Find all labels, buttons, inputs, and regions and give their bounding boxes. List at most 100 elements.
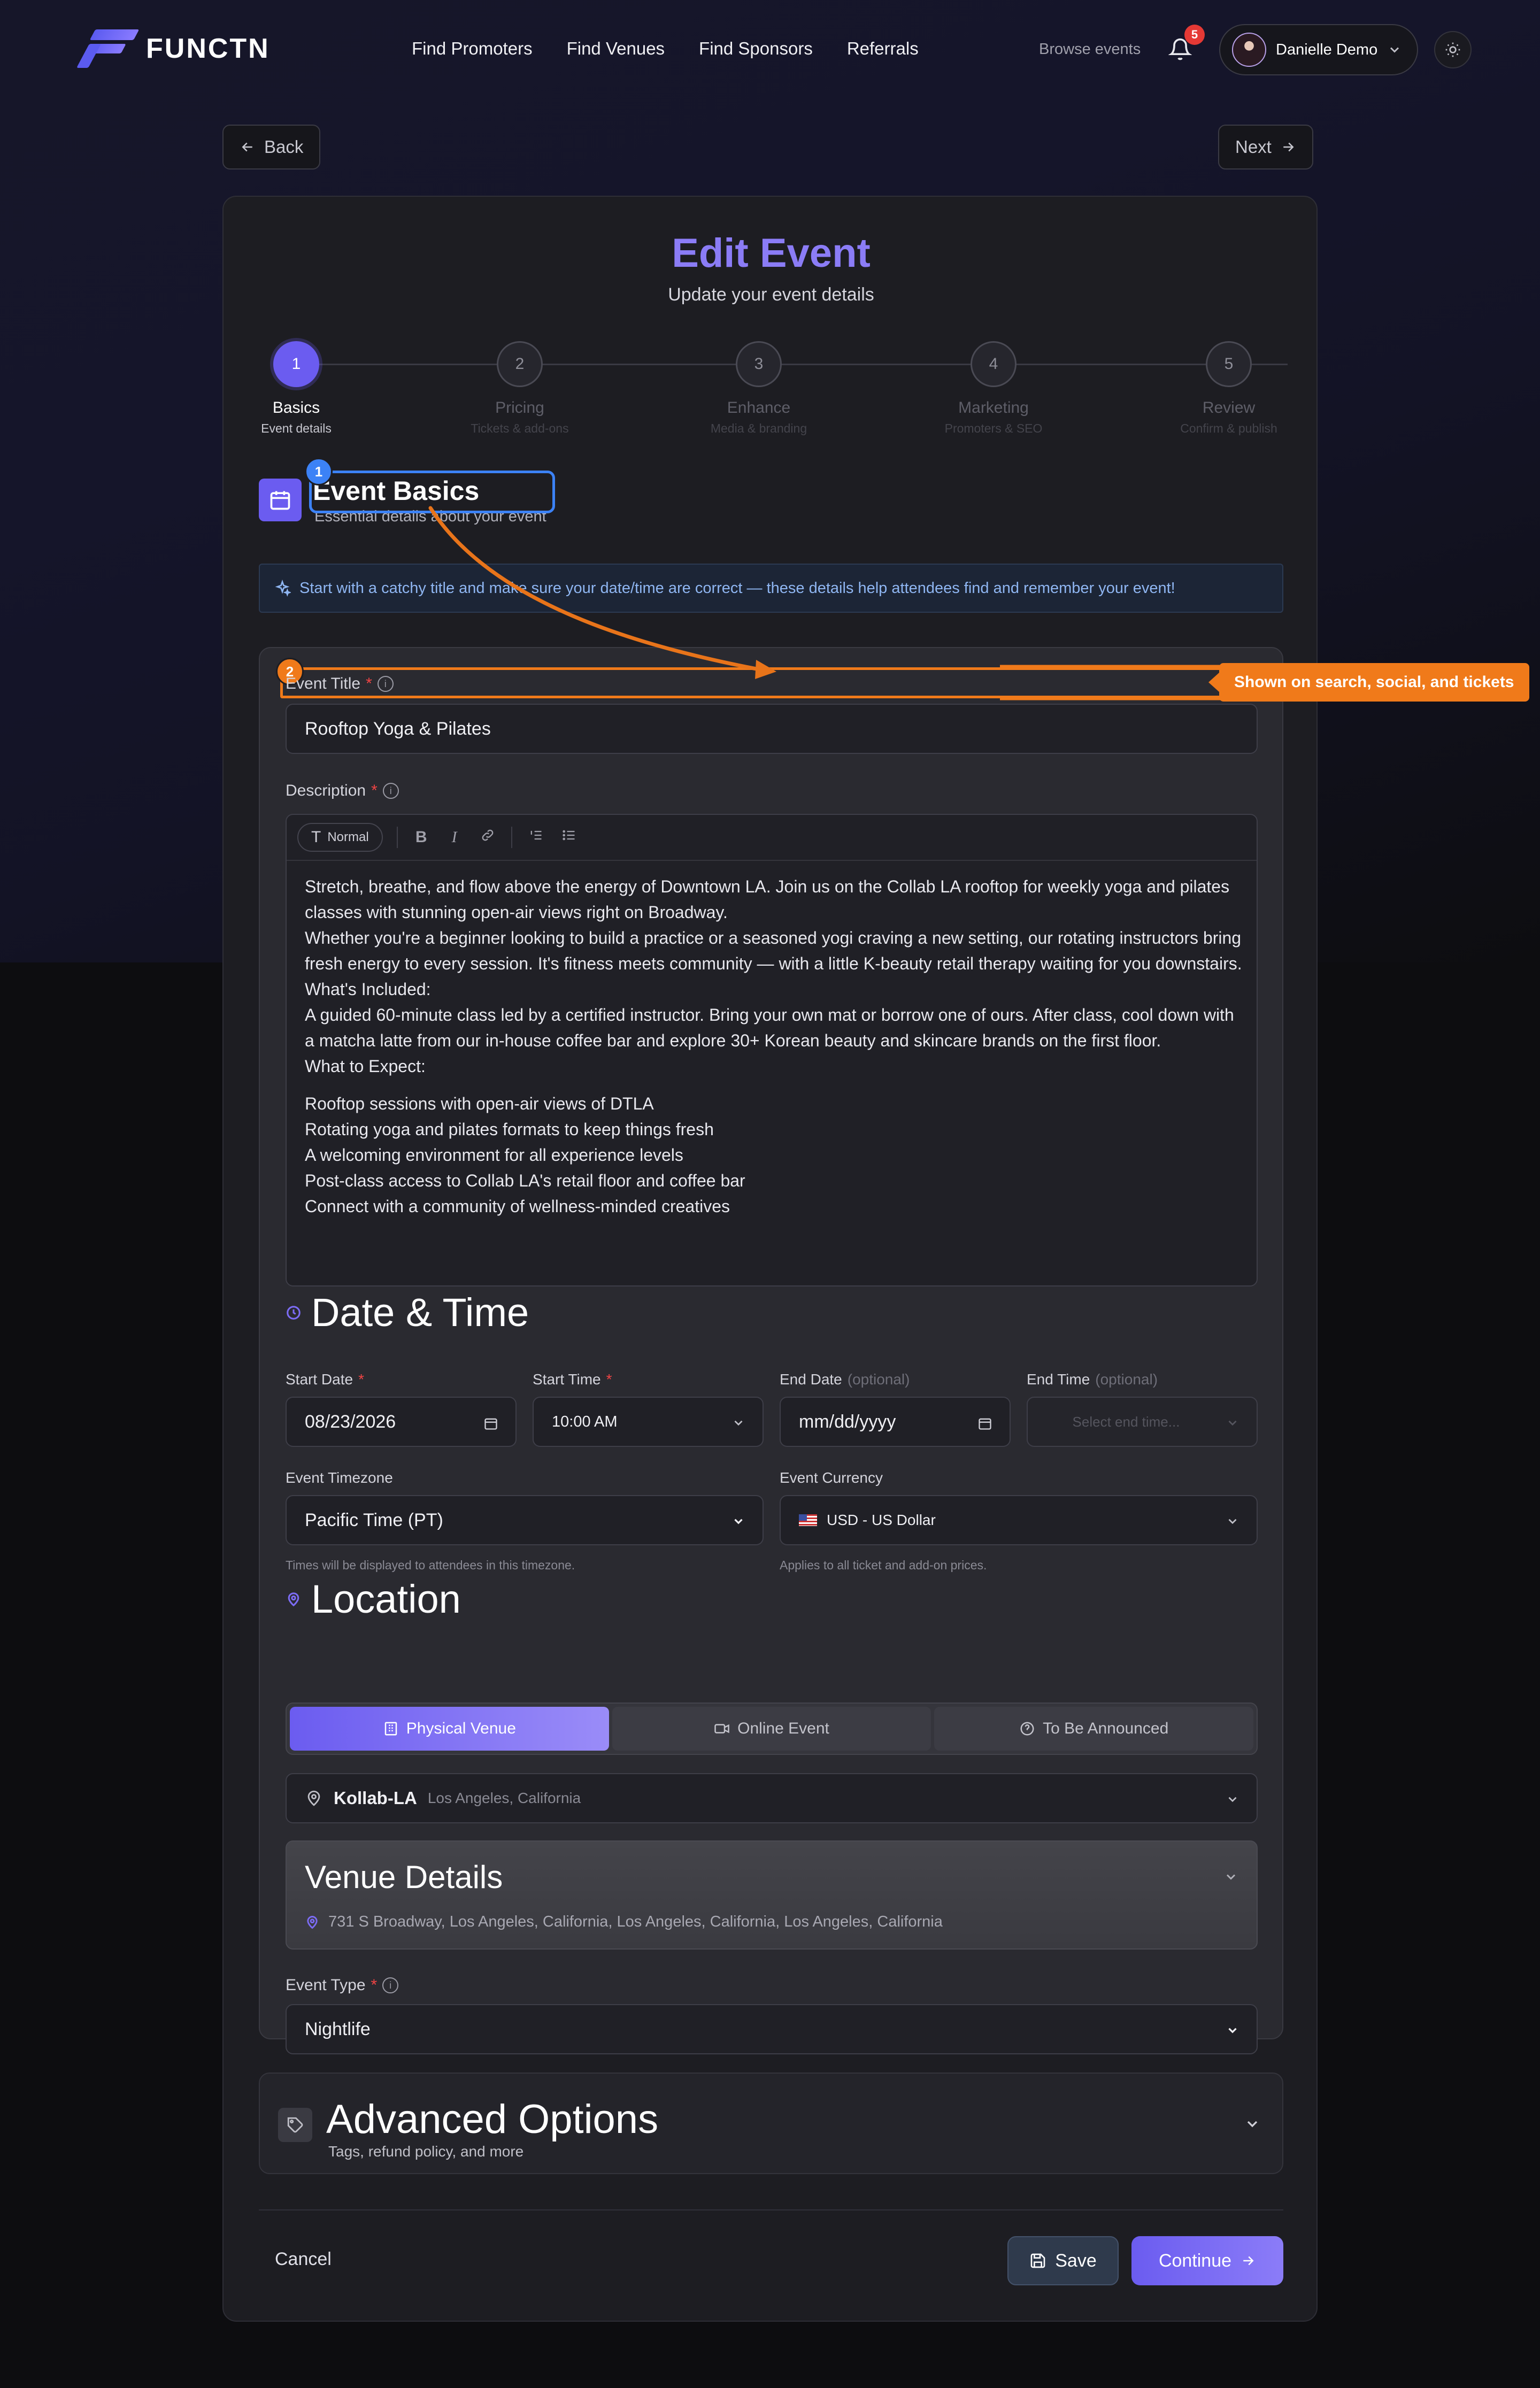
timezone-select[interactable]: Pacific Time (PT) [286, 1495, 764, 1545]
info-icon[interactable]: i [382, 783, 399, 799]
back-button[interactable]: Back [222, 125, 321, 170]
required-mark: * [366, 675, 372, 692]
tab-to-be-announced[interactable]: To Be Announced [934, 1707, 1254, 1751]
ordered-list-icon[interactable] [526, 828, 545, 847]
currency-label: Event Currency [780, 1469, 883, 1486]
save-label: Save [1055, 2250, 1097, 2271]
step-pricing[interactable]: 2 Pricing Tickets & add-ons [440, 341, 600, 436]
chevron-down-icon [734, 1420, 743, 1426]
description-bullet: Post-class access to Collab LA's retail … [305, 1171, 745, 1190]
description-paragraph: What to Expect: [305, 1057, 426, 1076]
link-icon[interactable] [478, 828, 497, 847]
event-title-input[interactable]: Rooftop Yoga & Pilates [286, 704, 1258, 754]
chevron-down-icon [1390, 47, 1399, 53]
step-enhance[interactable]: 3 Enhance Media & branding [679, 341, 839, 436]
calendar-icon[interactable] [977, 1416, 992, 1431]
location-heading-text: Location [311, 1577, 461, 1621]
top-nav: FUNCTN Find Promoters Find Venues Find S… [0, 0, 1540, 99]
calendar-icon[interactable] [483, 1416, 498, 1431]
map-pin-icon [307, 1915, 318, 1929]
start-time-label: Start Time * [533, 1371, 612, 1388]
browse-events-link[interactable]: Browse events [1039, 41, 1141, 58]
currency-note: Applies to all ticket and add-on prices. [780, 1558, 987, 1572]
end-date-placeholder: mm/dd/yyyy [799, 1411, 896, 1432]
editor-toolbar: T Normal B I [287, 815, 1257, 861]
bullet-list-icon[interactable] [559, 828, 579, 847]
step-label: Marketing [958, 399, 1029, 417]
event-type-select[interactable]: Nightlife [286, 2004, 1258, 2054]
step-label: Review [1202, 399, 1256, 417]
us-flag-icon [799, 1514, 817, 1526]
toolbar-divider [511, 827, 512, 848]
step-label: Enhance [727, 399, 791, 417]
event-title-label-text: Event Title [286, 675, 361, 692]
logo-mark-icon [76, 29, 140, 68]
required-mark: * [371, 1976, 378, 1994]
tab-online-event[interactable]: Online Event [612, 1707, 931, 1751]
advanced-options-panel[interactable]: Advanced Options Tags, refund policy, an… [259, 2073, 1283, 2174]
end-time-select[interactable]: Select end time... [1027, 1397, 1258, 1447]
tag-icon [278, 2108, 312, 2142]
timezone-note: Times will be displayed to attendees in … [286, 1558, 575, 1572]
venue-select[interactable]: Kollab-LA Los Angeles, California [286, 1773, 1258, 1823]
info-icon[interactable]: i [382, 1977, 399, 1993]
tab-physical-venue[interactable]: Physical Venue [290, 1707, 609, 1751]
venue-details-panel[interactable]: Venue Details 731 S Broadway, Los Angele… [286, 1840, 1258, 1950]
logo[interactable]: FUNCTN [76, 29, 270, 68]
start-date-input[interactable]: 08/23/2026 [286, 1397, 517, 1447]
clock-icon [287, 1305, 301, 1320]
end-date-input[interactable]: mm/dd/yyyy [780, 1397, 1011, 1447]
step-label: Pricing [495, 399, 544, 417]
tab-label: Physical Venue [406, 1720, 516, 1737]
nav-links: Find Promoters Find Venues Find Sponsors… [412, 38, 919, 59]
step-number: 5 [1206, 341, 1252, 387]
notification-badge: 5 [1184, 25, 1205, 45]
nav-link-find-sponsors[interactable]: Find Sponsors [699, 38, 813, 59]
info-icon[interactable]: i [377, 676, 394, 692]
timezone-value: Pacific Time (PT) [305, 1509, 443, 1530]
user-menu[interactable]: Danielle Demo [1219, 24, 1418, 75]
start-date-value: 08/23/2026 [305, 1411, 396, 1432]
theme-toggle-button[interactable] [1434, 31, 1472, 68]
location-heading: Location [286, 1576, 461, 1622]
cancel-button[interactable]: Cancel [275, 2249, 332, 2270]
page-subtitle: Update your event details [668, 284, 874, 305]
calendar-icon [259, 479, 302, 521]
description-editor[interactable]: T Normal B I Stretch, breathe, and flow a… [286, 814, 1258, 1287]
currency-value: USD - US Dollar [827, 1512, 936, 1528]
start-time-label-text: Start Time [533, 1371, 601, 1388]
end-date-label-text: End Date [780, 1371, 842, 1388]
step-marketing[interactable]: 4 Marketing Promoters & SEO [913, 341, 1074, 436]
toolbar-divider [396, 827, 398, 848]
nav-link-find-venues[interactable]: Find Venues [567, 38, 665, 59]
sparkles-icon [275, 580, 291, 597]
save-button[interactable]: Save [1007, 2236, 1119, 2285]
step-number: 4 [971, 341, 1017, 387]
description-paragraph: What's Included: [305, 980, 431, 999]
nav-link-referrals[interactable]: Referrals [847, 38, 919, 59]
end-date-label: End Date (optional) [780, 1371, 910, 1388]
description-paragraph: A guided 60-minute class led by a certif… [305, 1005, 1234, 1050]
step-review[interactable]: 5 Review Confirm & publish [1149, 341, 1309, 436]
chevron-down-icon [1247, 2121, 1258, 2128]
italic-icon[interactable]: I [445, 828, 464, 846]
edit-event-card: Edit Event Update your event details 1 B… [222, 196, 1318, 2322]
continue-button[interactable]: Continue [1131, 2236, 1283, 2285]
user-name: Danielle Demo [1276, 41, 1378, 58]
form-panel: 2 Event Title * i Rooftop Yoga & Pilates D… [259, 647, 1283, 2054]
text-style-icon: T [311, 828, 321, 846]
text-style-dropdown[interactable]: T Normal [297, 823, 383, 852]
start-time-select[interactable]: 10:00 AM [533, 1397, 764, 1447]
currency-select[interactable]: USD - US Dollar [780, 1495, 1258, 1545]
description-bullet: Rotating yoga and pilates formats to kee… [305, 1120, 714, 1139]
next-button[interactable]: Next [1218, 125, 1313, 170]
text-style-label: Normal [327, 830, 369, 844]
tab-label: To Be Announced [1043, 1720, 1169, 1737]
bold-icon[interactable]: B [412, 828, 431, 846]
step-sub: Media & branding [710, 421, 807, 435]
end-time-placeholder: Select end time... [1072, 1413, 1180, 1430]
chevron-down-icon [734, 1519, 743, 1524]
required-mark: * [358, 1371, 364, 1388]
step-basics[interactable]: 1 Basics Event details [216, 341, 376, 436]
nav-link-find-promoters[interactable]: Find Promoters [412, 38, 533, 59]
